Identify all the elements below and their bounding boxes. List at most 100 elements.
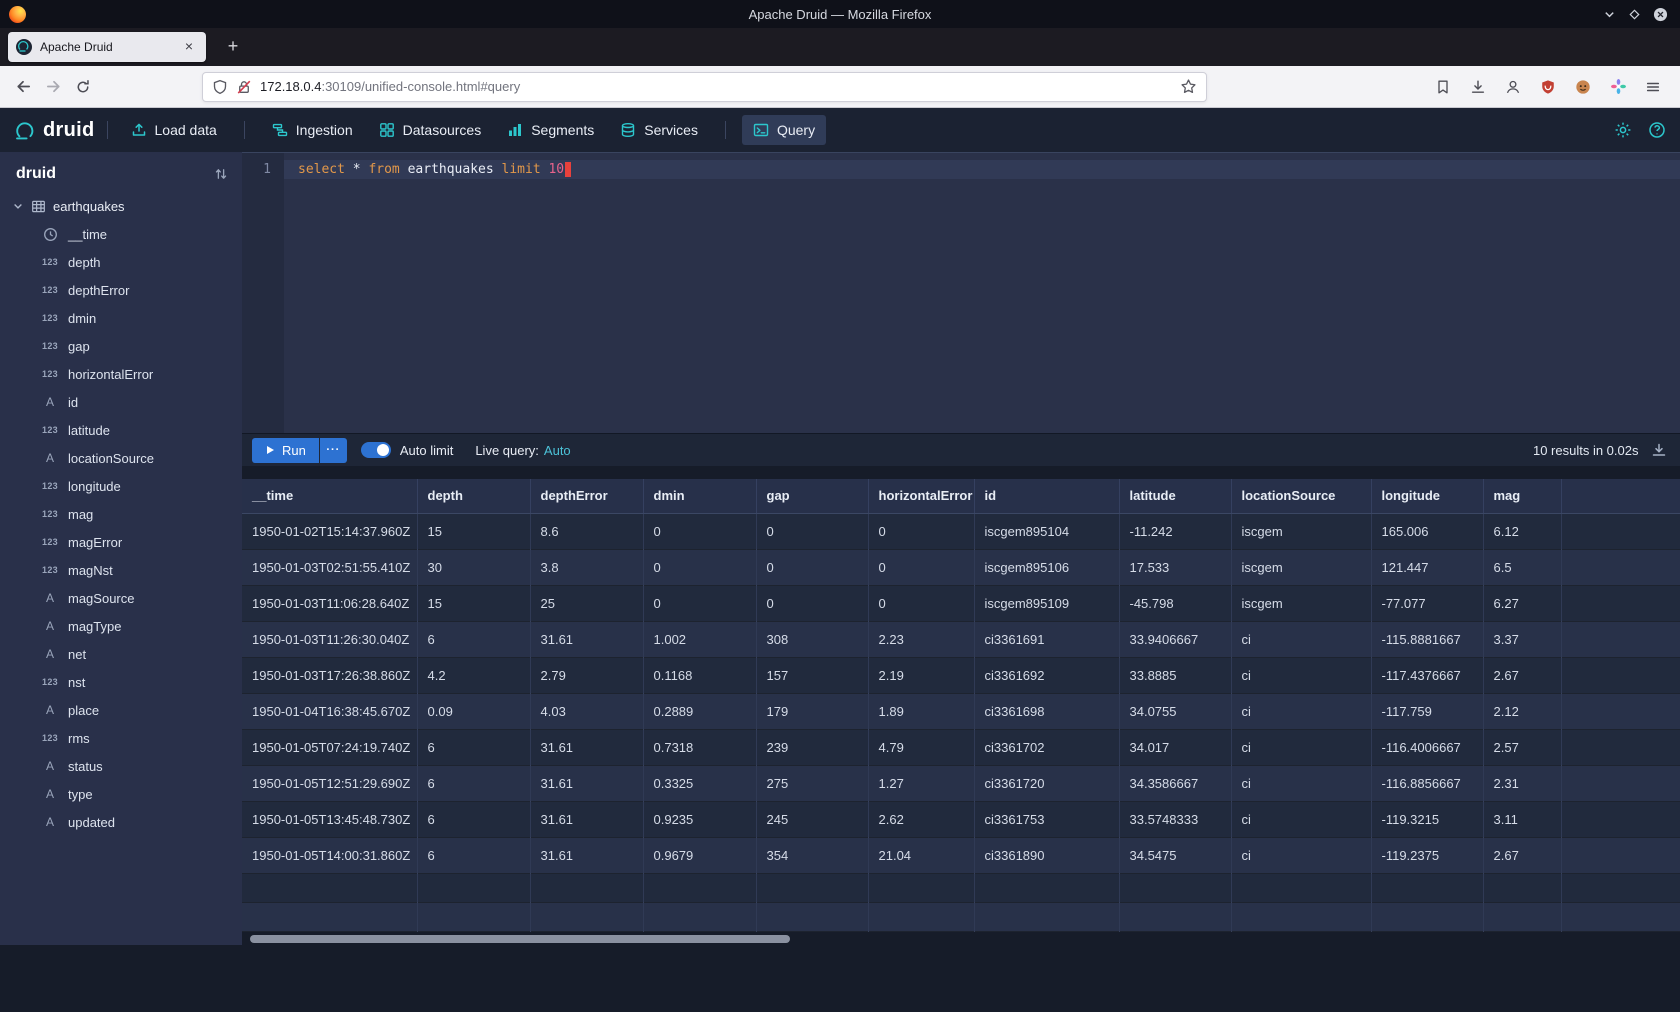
bookmark-star-icon[interactable] [1180,78,1197,95]
table-cell[interactable]: -116.8856667 [1371,765,1483,801]
table-cell[interactable]: 0 [756,585,868,621]
column-item-rms[interactable]: 123rms [0,724,242,752]
account-icon[interactable] [1498,72,1528,102]
table-cell[interactable]: iscgem895106 [974,549,1119,585]
downloads-icon[interactable] [1463,72,1493,102]
table-cell[interactable]: ci [1231,621,1371,657]
table-cell[interactable]: 30 [417,549,530,585]
table-cell[interactable]: 15 [417,513,530,549]
tracking-shield-icon[interactable] [212,79,228,95]
reload-button[interactable] [68,72,98,102]
column-item-nst[interactable]: 123nst [0,668,242,696]
table-cell[interactable]: 0.09 [417,693,530,729]
table-cell[interactable]: 121.447 [1371,549,1483,585]
table-cell[interactable]: 1950-01-02T15:14:37.960Z [242,513,417,549]
column-item-gap[interactable]: 123gap [0,332,242,360]
column-header-depthError[interactable]: depthError [530,479,643,513]
table-cell[interactable]: 0.2889 [643,693,756,729]
column-item-net[interactable]: Anet [0,640,242,668]
column-item-magSource[interactable]: AmagSource [0,584,242,612]
table-cell[interactable]: ci3361692 [974,657,1119,693]
column-item-dmin[interactable]: 123dmin [0,304,242,332]
scrollbar-thumb[interactable] [250,935,790,943]
column-item-__time[interactable]: __time [0,220,242,248]
table-cell[interactable]: 1950-01-04T16:38:45.670Z [242,693,417,729]
table-cell[interactable]: 0.7318 [643,729,756,765]
table-cell[interactable]: 2.57 [1483,729,1561,765]
table-cell[interactable]: 179 [756,693,868,729]
table-cell[interactable]: 2.67 [1483,837,1561,873]
table-cell[interactable]: -116.4006667 [1371,729,1483,765]
table-cell[interactable]: 245 [756,801,868,837]
auto-limit-toggle[interactable] [361,442,391,458]
live-query-value[interactable]: Auto [544,443,571,458]
table-cell[interactable]: 165.006 [1371,513,1483,549]
column-item-magNst[interactable]: 123magNst [0,556,242,584]
table-cell[interactable]: 34.017 [1119,729,1231,765]
table-cell[interactable]: 0.1168 [643,657,756,693]
column-item-longitude[interactable]: 123longitude [0,472,242,500]
table-cell[interactable]: 4.03 [530,693,643,729]
table-cell[interactable]: 31.61 [530,729,643,765]
horizontal-scrollbar[interactable] [242,932,1680,946]
column-item-id[interactable]: Aid [0,388,242,416]
minimize-button[interactable] [1603,8,1616,21]
nav-item-services[interactable]: Services [609,115,709,145]
insecure-lock-icon[interactable] [236,79,252,95]
close-button[interactable] [1653,7,1668,22]
table-cell[interactable]: 8.6 [530,513,643,549]
table-cell[interactable]: 34.3586667 [1119,765,1231,801]
query-editor[interactable]: 1 select * from earthquakes limit 10 [242,152,1680,433]
druid-brand[interactable]: druid [14,119,95,142]
table-cell[interactable]: 1950-01-03T11:26:30.040Z [242,621,417,657]
nav-item-load-data[interactable]: Load data [120,115,228,145]
table-cell[interactable]: 354 [756,837,868,873]
table-cell[interactable]: 1950-01-03T17:26:38.860Z [242,657,417,693]
column-header-depth[interactable]: depth [417,479,530,513]
table-cell[interactable]: 1.89 [868,693,974,729]
menu-hamburger-icon[interactable] [1638,72,1668,102]
table-cell[interactable]: 31.61 [530,801,643,837]
forward-button[interactable] [38,72,68,102]
table-cell[interactable]: ci [1231,657,1371,693]
nav-item-datasources[interactable]: Datasources [368,115,493,145]
table-cell[interactable]: 6.5 [1483,549,1561,585]
datasource-earthquakes[interactable]: earthquakes [0,192,242,220]
table-cell[interactable]: 157 [756,657,868,693]
table-cell[interactable]: 34.0755 [1119,693,1231,729]
table-cell[interactable]: 2.67 [1483,657,1561,693]
column-header-horizontalError[interactable]: horizontalError [868,479,974,513]
table-cell[interactable]: ci3361890 [974,837,1119,873]
settings-gear-icon[interactable] [1614,121,1632,139]
table-cell[interactable]: 3.11 [1483,801,1561,837]
column-header-id[interactable]: id [974,479,1119,513]
column-item-depthError[interactable]: 123depthError [0,276,242,304]
table-cell[interactable]: 6 [417,729,530,765]
column-item-locationSource[interactable]: AlocationSource [0,444,242,472]
table-cell[interactable]: 0.9679 [643,837,756,873]
table-cell[interactable]: 33.8885 [1119,657,1231,693]
table-cell[interactable]: 25 [530,585,643,621]
pinwheel-extension-icon[interactable] [1603,72,1633,102]
new-tab-button[interactable]: + [220,34,246,60]
table-cell[interactable]: iscgem [1231,513,1371,549]
table-cell[interactable]: -119.2375 [1371,837,1483,873]
table-cell[interactable]: 6.27 [1483,585,1561,621]
table-cell[interactable]: 1950-01-05T07:24:19.740Z [242,729,417,765]
table-cell[interactable]: 4.79 [868,729,974,765]
table-cell[interactable]: 33.5748333 [1119,801,1231,837]
table-cell[interactable]: 0 [868,549,974,585]
run-button[interactable]: Run [252,438,319,463]
column-item-mag[interactable]: 123mag [0,500,242,528]
nav-item-ingestion[interactable]: Ingestion [261,115,364,145]
column-item-place[interactable]: Aplace [0,696,242,724]
table-cell[interactable]: 0 [756,549,868,585]
table-cell[interactable]: 4.2 [417,657,530,693]
table-cell[interactable]: 3.37 [1483,621,1561,657]
table-cell[interactable]: ci3361702 [974,729,1119,765]
table-cell[interactable]: -117.4376667 [1371,657,1483,693]
table-cell[interactable]: 6 [417,801,530,837]
table-cell[interactable]: 1950-01-05T12:51:29.690Z [242,765,417,801]
table-cell[interactable]: 0.9235 [643,801,756,837]
column-header-gap[interactable]: gap [756,479,868,513]
